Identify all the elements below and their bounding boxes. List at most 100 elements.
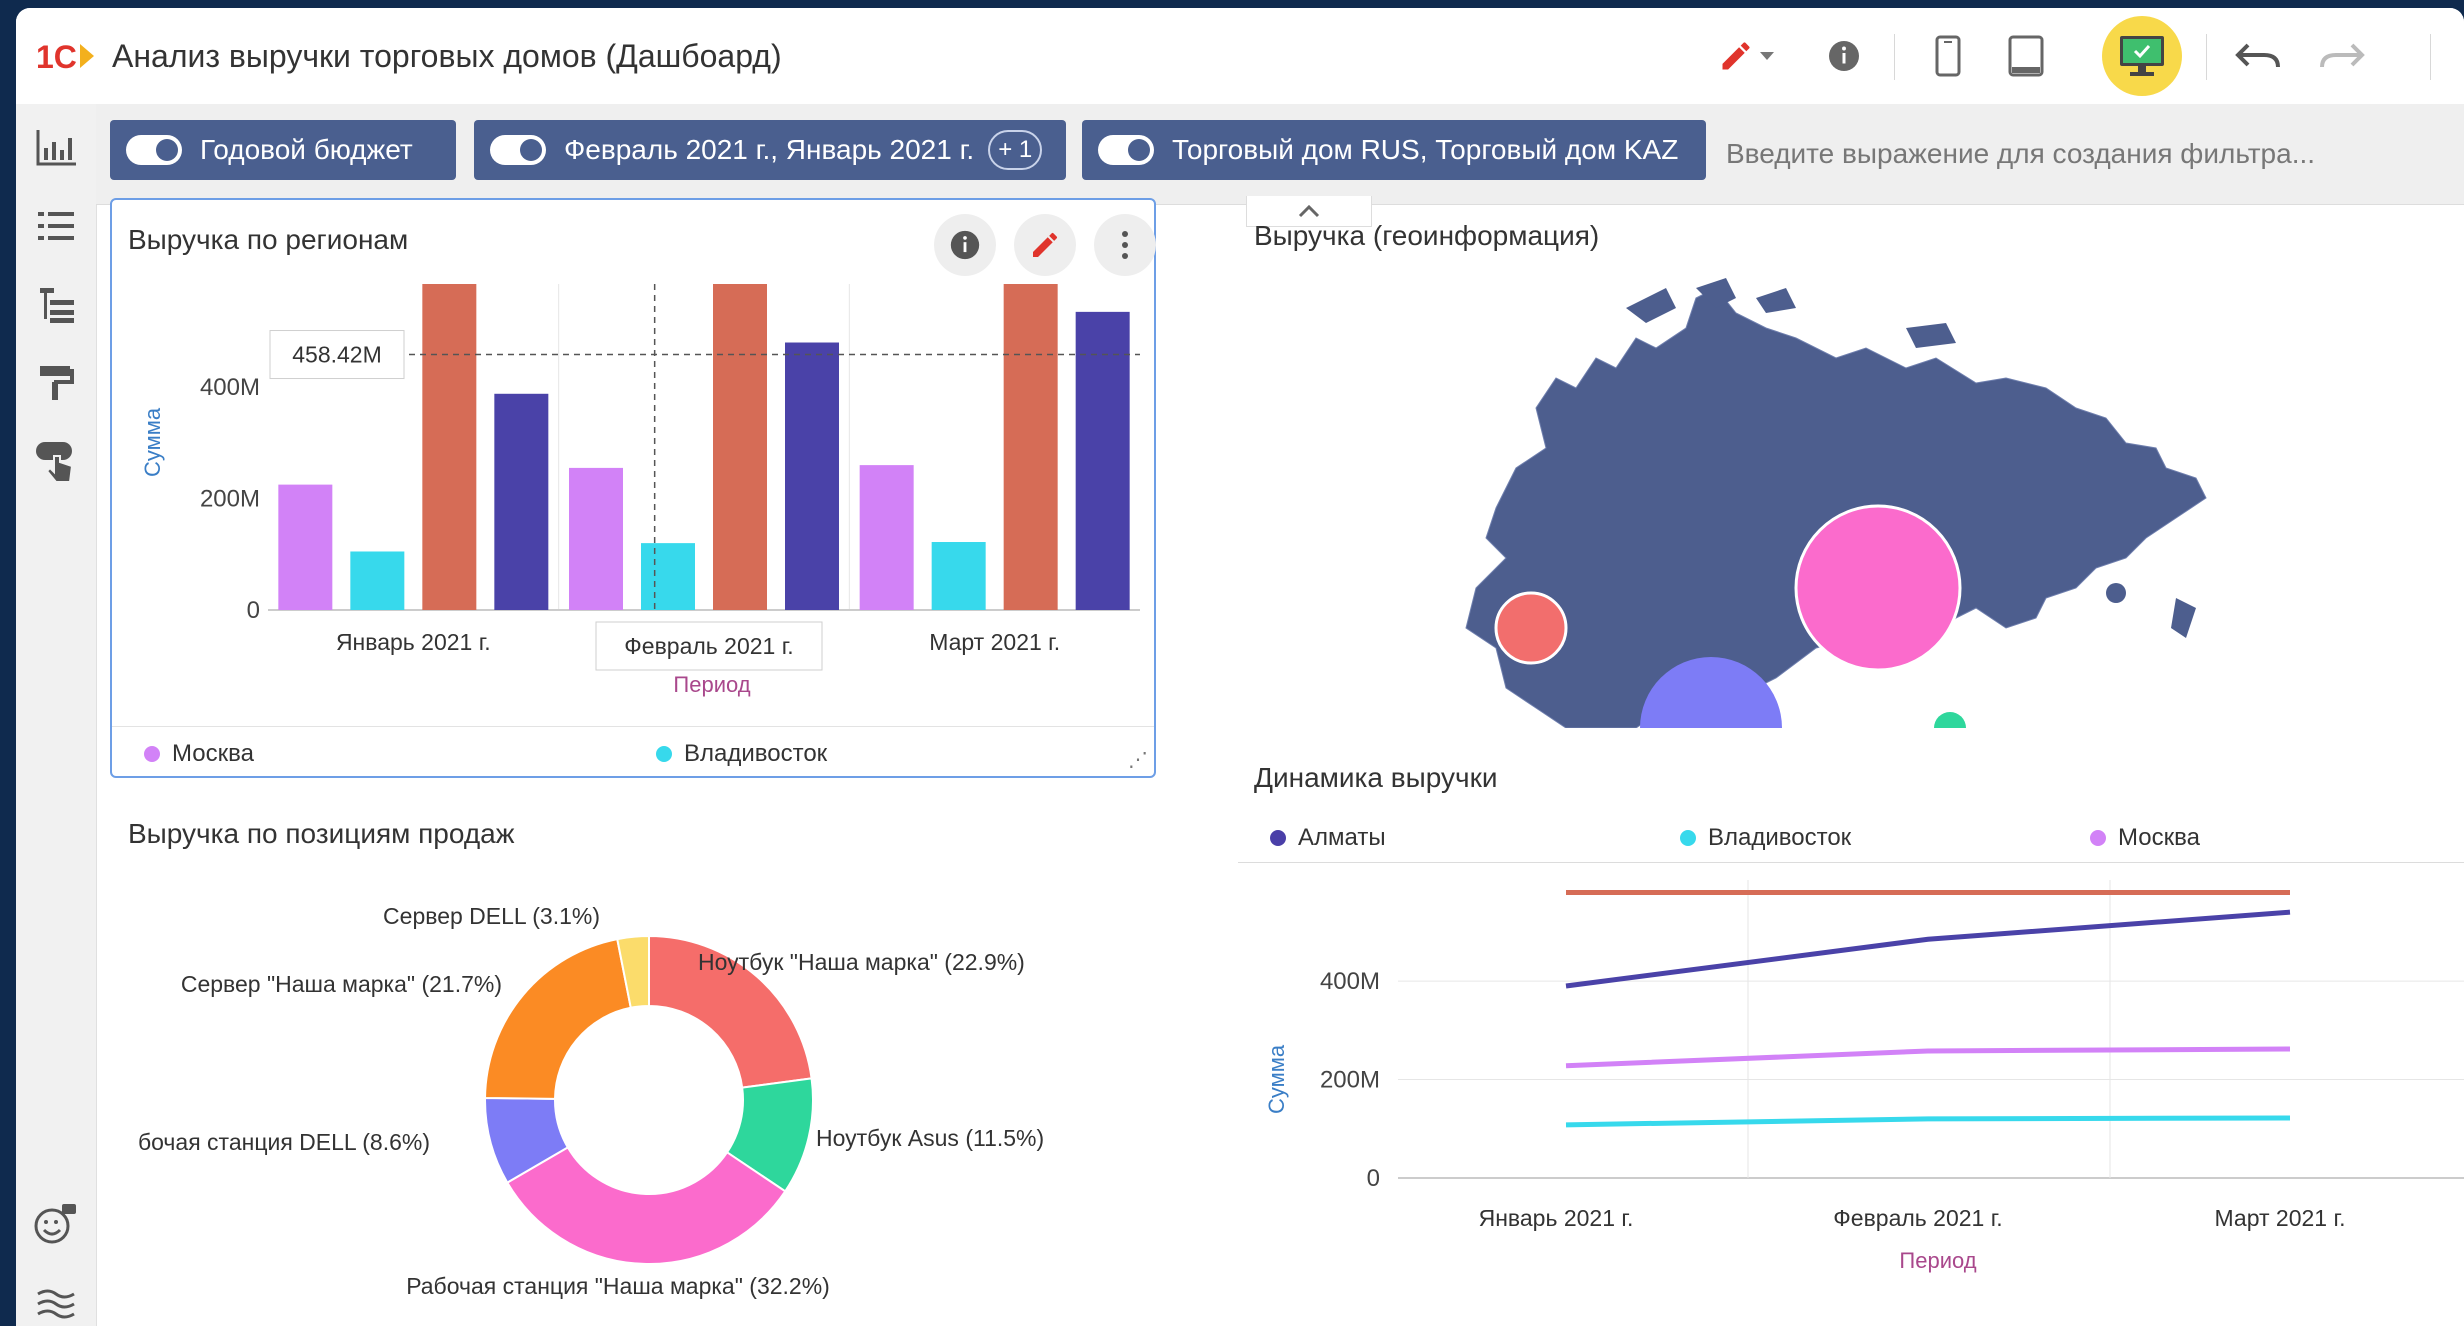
panel-title: Динамика выручки [1254, 762, 1498, 793]
filter-bar: Годовой бюджет Февраль 2021 г., Январь 2… [96, 104, 2464, 205]
touch-icon[interactable] [32, 436, 80, 484]
legend-label: Владивосток [684, 740, 828, 767]
map-bubble[interactable] [1640, 657, 1782, 728]
map-bubble[interactable] [1794, 504, 1962, 672]
bar [569, 467, 623, 610]
filter-chip-budget[interactable]: Годовой бюджет [110, 120, 456, 180]
layers-icon[interactable] [32, 1280, 80, 1326]
slice-label: бочая станция DELL (8.6%) [138, 1129, 430, 1155]
info-icon[interactable] [1818, 30, 1870, 82]
toolbar-divider [1894, 34, 1895, 80]
y-axis-label: Сумма [140, 407, 165, 477]
map-bubble[interactable] [1934, 712, 1966, 728]
bar [350, 551, 405, 610]
bar [641, 543, 695, 610]
category-tooltip-label: Февраль 2021 г. [624, 633, 793, 659]
app-window: 1C Анализ выручки торговых домов (Дашбоа… [16, 8, 2464, 1326]
legend-dot [144, 746, 160, 762]
chevron-down-icon[interactable] [1752, 30, 1782, 82]
undo-icon[interactable] [2232, 30, 2284, 82]
y-tick-label: 200M [1320, 1067, 1380, 1094]
donut-slice [505, 1145, 787, 1265]
value-tooltip-label: 458.42M [292, 342, 382, 368]
bar [1075, 311, 1130, 610]
slice-label: Рабочая станция "Наша марка" (32.2%) [406, 1273, 830, 1299]
series-line [1565, 1115, 2291, 1128]
toolbar-divider [2206, 34, 2207, 80]
map-bubble[interactable] [1494, 591, 1568, 665]
bar [1003, 284, 1058, 610]
line-chart: 0 200M 400M Сумма Январь 2021 г. Февраль 2021… [1264, 880, 2464, 1273]
filter-chip-label: Торговый дом RUS, Торговый дом KAZ [1172, 134, 1679, 165]
emoji-icon[interactable] [32, 1200, 80, 1248]
chevron-up-icon [1298, 204, 1320, 218]
map-bubbles [1494, 504, 1966, 728]
filter-expression-input[interactable]: Введите выражение для создания фильтра..… [1726, 138, 2315, 170]
bar [859, 465, 914, 610]
bar [785, 342, 839, 610]
bar-chart: 0 200M 400M Сумма Январь 2021 г. Март 2021 г.… [140, 284, 1140, 697]
legend-divider [112, 726, 1154, 727]
tablet-icon[interactable] [2000, 30, 2052, 82]
title-bar: 1C Анализ выручки торговых домов (Дашбоа… [16, 8, 2464, 105]
toggle-switch[interactable] [126, 135, 182, 165]
svg-text:1C: 1C [36, 39, 77, 75]
x-tick-label: Январь 2021 г. [336, 629, 491, 655]
legend-item-vladivostok[interactable]: Владивосток [1680, 824, 1851, 852]
panel-title: Выручка (геоинформация) [1254, 220, 1600, 251]
resize-handle-icon[interactable]: ⋰ [1128, 747, 1148, 772]
legend-label: Алматы [1298, 824, 1386, 851]
series-line [1565, 909, 2291, 989]
toggle-switch[interactable] [1098, 135, 1154, 165]
filter-chip-label: Февраль 2021 г., Январь 2021 г. [564, 134, 975, 165]
page-title: Анализ выручки торговых домов (Дашбоард) [112, 38, 782, 74]
legend-item-almaty[interactable]: Алматы [1270, 824, 1386, 852]
bar [494, 393, 549, 610]
legend-divider [1238, 862, 2464, 863]
y-tick-label: 400M [1320, 968, 1380, 995]
x-axis-label: Период [1899, 1248, 1976, 1273]
x-tick-label: Март 2021 г. [2215, 1205, 2346, 1231]
list-icon[interactable] [32, 202, 80, 250]
x-axis-label: Период [673, 672, 750, 697]
legend-item-moscow[interactable]: Москва [144, 740, 254, 768]
phone-icon[interactable] [1922, 30, 1974, 82]
left-sidebar [16, 104, 97, 1326]
y-axis-label: Сумма [1264, 1044, 1289, 1114]
filter-chip-label: Годовой бюджет [200, 134, 413, 165]
legend-item-moscow[interactable]: Москва [2090, 824, 2200, 852]
legend-label: Владивосток [1708, 824, 1852, 851]
slice-label: Сервер "Наша марка" (21.7%) [181, 971, 502, 997]
chart-icon[interactable] [32, 124, 80, 172]
1c-logo: 1C [36, 34, 96, 78]
legend-item-vladivostok[interactable]: Владивосток [656, 740, 827, 768]
y-tick-label: 0 [1367, 1165, 1380, 1192]
donut-slice [483, 937, 632, 1100]
filter-chip-period[interactable]: Февраль 2021 г., Январь 2021 г. + 1 [474, 120, 1066, 180]
slice-label: Сервер DELL (3.1%) [383, 903, 600, 929]
legend-label: Москва [2118, 824, 2200, 851]
panel-title: Выручка по позициям продаж [128, 818, 515, 849]
y-tick-label: 400M [200, 374, 260, 401]
y-tick-label: 200M [200, 486, 260, 513]
slice-label: Ноутбук "Наша марка" (22.9%) [698, 949, 1025, 975]
legend-dot [1680, 830, 1696, 846]
slice-label: Ноутбук Asus (11.5%) [816, 1125, 1044, 1151]
paint-roller-icon[interactable] [32, 358, 80, 406]
donut-chart: Ноутбук "Наша марка" (22.9%) Ноутбук Asus… [138, 903, 1044, 1299]
desktop-icon[interactable] [2102, 16, 2182, 96]
more-values-badge[interactable]: + 1 [988, 130, 1043, 170]
bar [422, 284, 477, 610]
x-tick-label: Январь 2021 г. [1479, 1205, 1634, 1231]
series-line [1565, 1046, 2291, 1069]
toggle-switch[interactable] [490, 135, 546, 165]
x-tick-label: Февраль 2021 г. [1833, 1205, 2002, 1231]
legend-dot [656, 746, 672, 762]
legend-label: Москва [172, 740, 254, 767]
filter-chip-trade-house[interactable]: Торговый дом RUS, Торговый дом KAZ [1082, 120, 1706, 180]
redo-icon[interactable] [2316, 30, 2368, 82]
bar [278, 484, 333, 610]
bar [713, 284, 767, 610]
tree-icon[interactable] [32, 280, 80, 328]
legend-dot [1270, 830, 1286, 846]
